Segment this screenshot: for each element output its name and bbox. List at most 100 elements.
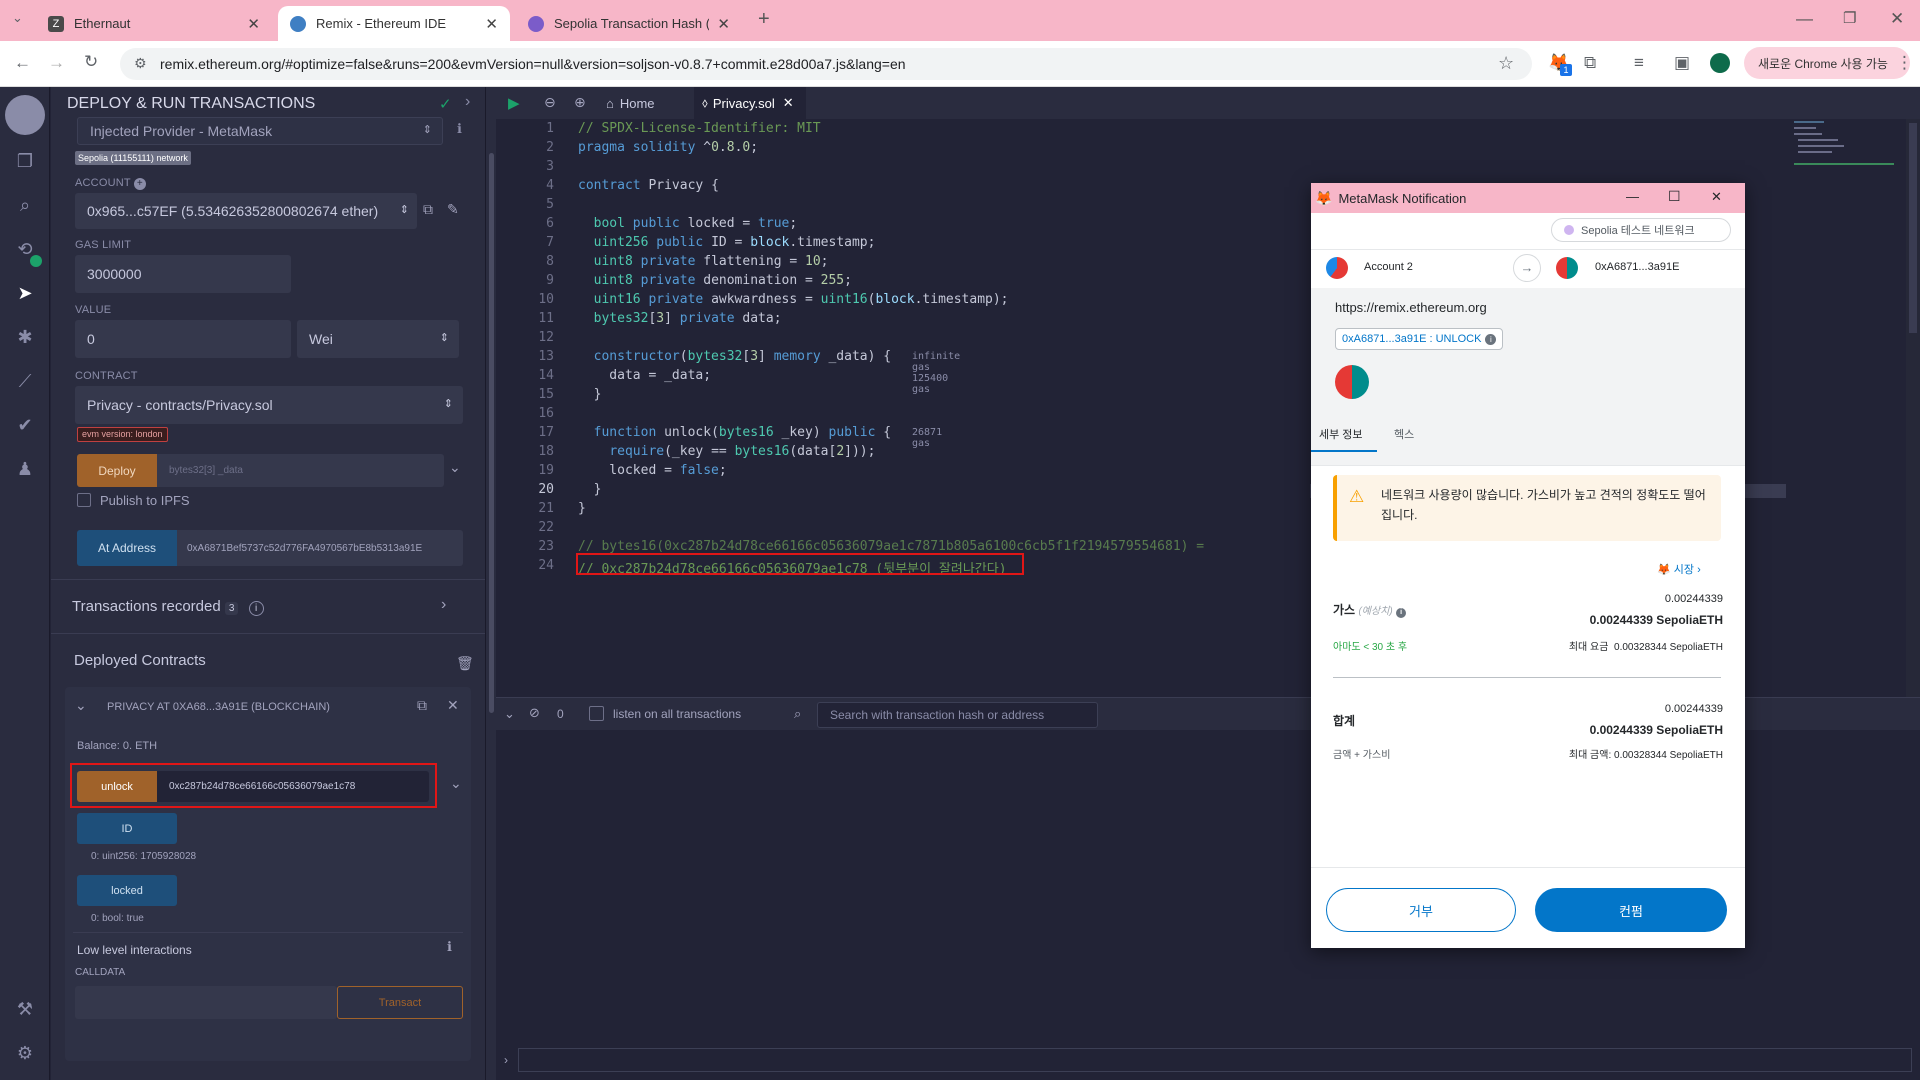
- environment-select[interactable]: Injected Provider - MetaMask ⇕: [77, 117, 443, 145]
- line-number: 23: [538, 539, 554, 554]
- chevron-right-icon[interactable]: ›: [465, 93, 470, 111]
- network-pill[interactable]: Sepolia 테스트 네트워크: [1551, 218, 1731, 242]
- deploy-button[interactable]: Deploy: [77, 454, 157, 487]
- contract-select[interactable]: Privacy - contracts/Privacy.sol ⇕: [75, 386, 463, 424]
- close-window-icon[interactable]: ✕: [1711, 189, 1722, 205]
- unlock-button[interactable]: unlock: [77, 771, 157, 802]
- browser-tab-sepolia[interactable]: Sepolia Transaction Hash (Txha ✕: [516, 6, 742, 41]
- clear-console-icon[interactable]: ⊘: [529, 705, 540, 721]
- remove-instance-icon[interactable]: ✕: [447, 697, 459, 714]
- address-bar[interactable]: ⚙ remix.ethereum.org/#optimize=false&run…: [120, 48, 1532, 80]
- site-info-icon[interactable]: ⚙: [134, 55, 147, 72]
- close-tab-icon[interactable]: ✕: [247, 15, 260, 33]
- market-link[interactable]: 🦊 시장 ›: [1657, 561, 1701, 577]
- info-icon[interactable]: i: [1396, 608, 1407, 618]
- copy-address-icon[interactable]: ⧉: [417, 697, 427, 714]
- id-call-button[interactable]: ID: [77, 813, 177, 844]
- at-address-input[interactable]: 0xA6871Bef5737c52d776FA4970567bE8b5313a9…: [177, 530, 463, 566]
- close-tab-icon[interactable]: ✕: [717, 15, 730, 33]
- side-panel-icon[interactable]: ▣: [1674, 53, 1690, 73]
- from-account[interactable]: Account 2: [1364, 261, 1413, 273]
- panel-resize-handle[interactable]: [485, 87, 496, 1080]
- testing-icon[interactable]: ✔: [13, 415, 37, 439]
- to-address[interactable]: 0xA6871...3a91E: [1595, 261, 1679, 273]
- run-play-icon[interactable]: ▶: [508, 94, 520, 112]
- listen-checkbox[interactable]: [589, 706, 604, 721]
- minimap[interactable]: [1794, 119, 1904, 169]
- close-tab-icon[interactable]: ✕: [783, 95, 794, 111]
- collapse-terminal-icon[interactable]: ⌄: [504, 706, 515, 722]
- method-chip[interactable]: 0xA6871...3a91E : UNLOCK i: [1335, 328, 1504, 350]
- transactions-recorded-header[interactable]: Transactions recorded 3 i: [72, 598, 264, 616]
- plugin-icon[interactable]: ♟: [13, 459, 37, 483]
- value-unit-select[interactable]: Wei ⇕: [297, 320, 459, 358]
- settings-gear-icon[interactable]: ⚙: [13, 1043, 37, 1067]
- confirm-button[interactable]: 컨펌: [1535, 888, 1727, 932]
- collapse-chevron-icon[interactable]: ⌄: [75, 697, 87, 714]
- scrollbar-thumb[interactable]: [489, 153, 494, 713]
- zoom-in-icon[interactable]: ⊕: [574, 94, 586, 111]
- debugger-icon[interactable]: ✱: [13, 327, 37, 351]
- terminal-input[interactable]: [518, 1048, 1912, 1072]
- at-address-button[interactable]: At Address: [77, 530, 177, 566]
- tab-hex[interactable]: 헥스: [1394, 426, 1414, 442]
- remix-logo-icon[interactable]: [5, 95, 45, 135]
- info-icon[interactable]: ℹ: [457, 121, 462, 137]
- publish-ipfs-checkbox[interactable]: [77, 493, 91, 507]
- chrome-menu-icon[interactable]: ⋮: [1896, 53, 1913, 73]
- value-input[interactable]: 0: [75, 320, 291, 358]
- close-window-icon[interactable]: ✕: [1890, 9, 1904, 29]
- tab-search-icon[interactable]: ⌄: [12, 10, 23, 26]
- browser-tab-remix[interactable]: Remix - Ethereum IDE ✕: [278, 6, 510, 41]
- minimize-window-icon[interactable]: —: [1796, 9, 1813, 29]
- info-icon[interactable]: ℹ: [447, 939, 452, 955]
- edit-icon[interactable]: ✎: [447, 201, 459, 218]
- info-icon[interactable]: i: [1485, 333, 1497, 345]
- reject-button[interactable]: 거부: [1326, 888, 1516, 932]
- tab-home[interactable]: ⌂ Home: [600, 87, 674, 119]
- unlock-param-input[interactable]: 0xc287b24d78ce66166c05636079ae1c78: [157, 771, 429, 802]
- forward-icon[interactable]: →: [48, 53, 65, 73]
- chevron-down-icon[interactable]: ⌄: [450, 775, 462, 792]
- extensions-puzzle-icon[interactable]: ⧉: [1584, 53, 1596, 73]
- info-icon[interactable]: i: [248, 601, 264, 616]
- search-icon[interactable]: ⌕: [13, 195, 37, 219]
- terminal-search-input[interactable]: Search with transaction hash or address: [817, 702, 1098, 728]
- browser-tab-ethernaut[interactable]: Z Ethernaut ✕: [36, 6, 272, 41]
- trash-icon[interactable]: 🗑: [456, 655, 474, 672]
- transact-button[interactable]: Transact: [337, 986, 463, 1019]
- account-select[interactable]: 0x965...c57EF (5.534626352800802674 ethe…: [75, 193, 417, 229]
- chevron-down-icon[interactable]: ⌄: [449, 459, 461, 476]
- reload-icon[interactable]: ↻: [84, 52, 98, 72]
- minimize-window-icon[interactable]: —: [1626, 189, 1639, 204]
- locked-call-button[interactable]: locked: [77, 875, 177, 906]
- gas-limit-input[interactable]: 3000000: [75, 255, 291, 293]
- chrome-update-button[interactable]: 새로운 Chrome 사용 가능: [1744, 47, 1910, 79]
- plugin-manager-icon[interactable]: ⚒: [13, 999, 37, 1023]
- editor-scrollbar[interactable]: [1906, 119, 1920, 697]
- media-control-icon[interactable]: ≡: [1634, 53, 1644, 73]
- copy-icon[interactable]: ⧉: [423, 201, 433, 218]
- new-tab-icon[interactable]: +: [758, 8, 770, 31]
- contract-value: Privacy - contracts/Privacy.sol: [87, 397, 273, 413]
- deploy-run-icon[interactable]: ➤: [13, 283, 37, 307]
- profile-avatar[interactable]: [1710, 53, 1730, 73]
- add-account-icon[interactable]: +: [133, 178, 146, 190]
- close-tab-icon[interactable]: ✕: [485, 15, 498, 33]
- maximize-window-icon[interactable]: ☐: [1668, 188, 1681, 205]
- back-icon[interactable]: ←: [14, 53, 31, 73]
- deploy-params-placeholder: bytes32[3] _data: [169, 465, 243, 476]
- calldata-input[interactable]: [75, 986, 337, 1019]
- deploy-params-input[interactable]: bytes32[3] _data: [157, 454, 444, 487]
- chevron-right-icon[interactable]: ›: [441, 596, 446, 614]
- tab-privacy-sol[interactable]: ⬨ Privacy.sol ✕: [694, 87, 806, 119]
- bookmark-star-icon[interactable]: ☆: [1498, 53, 1514, 74]
- analytics-icon[interactable]: ⟋: [13, 371, 37, 395]
- code-line: bool public locked = true;: [593, 216, 798, 231]
- file-explorer-icon[interactable]: ❐: [13, 151, 37, 175]
- metamask-title-bar: 🦊 MetaMask Notification — ☐ ✕: [1311, 183, 1745, 213]
- tab-details[interactable]: 세부 정보: [1319, 426, 1363, 442]
- value-amount: 0: [87, 331, 95, 347]
- zoom-out-icon[interactable]: ⊖: [544, 94, 556, 111]
- restore-window-icon[interactable]: ❐: [1843, 9, 1856, 27]
